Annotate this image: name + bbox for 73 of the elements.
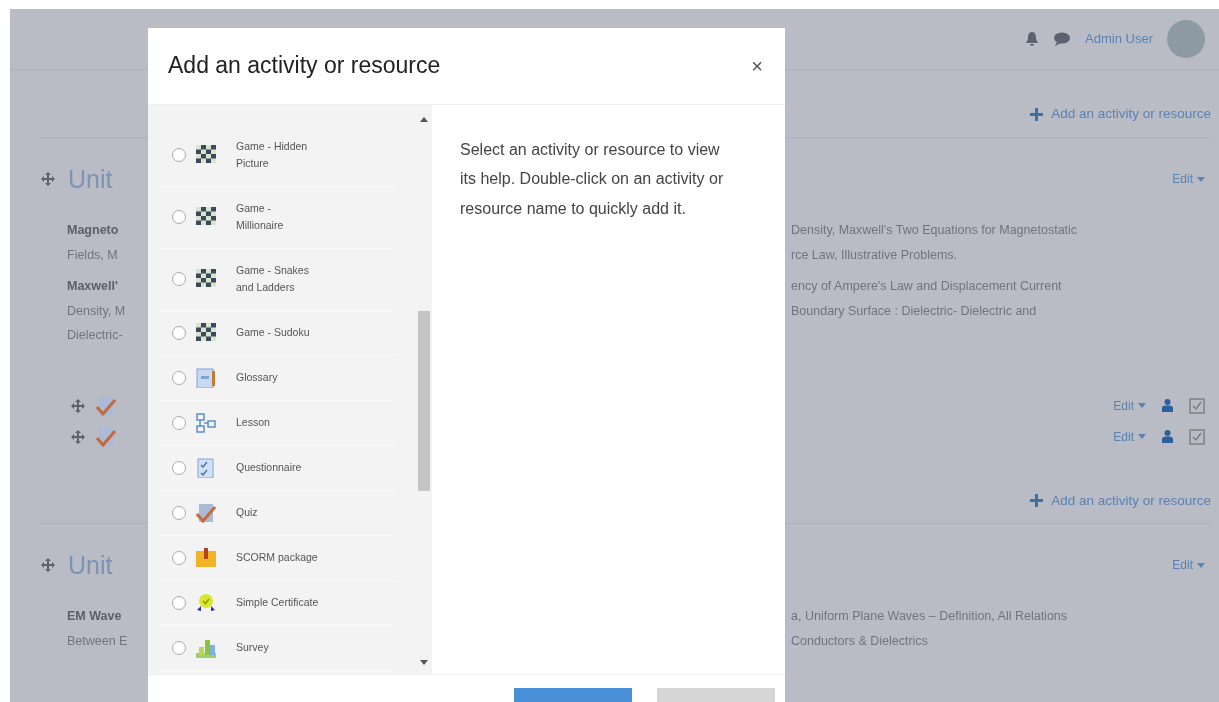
radio-button[interactable] [172,325,186,340]
paragraph-line: Conductors & Dielectrics [791,632,929,650]
questionnaire-icon [196,457,216,478]
glossary-icon [196,367,216,388]
activity-option[interactable]: Lesson [160,400,396,446]
avatar[interactable] [1167,20,1205,58]
activity-option[interactable]: Simple Certificate [160,580,396,626]
paragraph-line: a, Uniform Plane Waves – Definition, All Relations [791,608,1069,625]
activity-option[interactable]: Survey [160,625,396,671]
radio-button[interactable] [172,370,186,385]
caret-icon[interactable] [1197,176,1205,182]
activity-option[interactable]: Quiz [160,490,396,536]
activity-option[interactable]: Game - Sudoku [160,310,396,356]
game-icon [196,145,216,166]
radio-button[interactable] [172,460,186,475]
radio-button[interactable] [172,640,186,655]
plus-icon [1030,494,1044,508]
game-icon [196,269,216,290]
paragraph-line: rce Law, Illustrative Problems. [791,246,959,264]
survey-icon [196,637,216,658]
checkbox-icon[interactable] [1189,397,1205,414]
game-icon [196,207,216,228]
paragraph-line: Fields, M [67,246,119,264]
paragraph-line: Magneto [67,222,120,240]
radio-button[interactable] [172,550,186,565]
move-icon[interactable] [70,397,86,414]
activity-option[interactable]: Game - Millionaire [160,186,396,249]
paragraph-line: Between E [67,632,129,650]
move-icon[interactable] [70,428,86,445]
paragraph-line: Density, M [67,302,127,320]
paragraph-line: Dielectric- [67,327,124,345]
paragraph-line: EM Wave [67,608,123,625]
certificate-icon [196,592,216,613]
caret-icon[interactable] [1197,562,1205,568]
radio-button[interactable] [172,148,186,163]
radio-button[interactable] [172,505,186,520]
section-title: Unit [68,550,113,580]
chat-icon[interactable] [1053,32,1072,46]
section-title: Unit [68,164,113,195]
activity-option[interactable]: Game - Snakes and Ladders [160,248,396,311]
activity-option[interactable]: Game - Hidden Picture [160,124,396,187]
activity-option[interactable]: Glossary [160,355,396,401]
paragraph-line: Maxwell' [67,278,119,296]
scroll-up-arrow-icon[interactable] [420,116,428,122]
radio-button[interactable] [172,210,186,225]
scroll-down-arrow-icon[interactable] [420,659,428,665]
person-icon[interactable] [1162,399,1173,413]
paragraph-line: ency of Ampere's Law and Displacement Current [791,278,1063,296]
help-text: Select an activity or resource to view its help. Double-click on an activity or resource name to quickly add it. [460,139,725,219]
radio-button[interactable] [172,272,186,287]
caret-icon[interactable] [1138,403,1146,409]
radio-button[interactable] [172,415,186,430]
radio-button[interactable] [172,595,186,610]
move-icon[interactable] [40,171,56,188]
paragraph-line: Boundary Surface : Dielectric- Dielectric and [791,302,1038,320]
quiz-icon [196,502,216,523]
scorm-icon [196,547,216,568]
activity-option[interactable]: Questionnaire [160,445,396,491]
game-icon [196,322,216,343]
caret-icon[interactable] [1138,434,1146,440]
checkbox-icon[interactable] [1189,428,1205,445]
move-icon[interactable] [40,557,56,573]
activity-option[interactable]: SCORM package [160,535,396,581]
close-button[interactable]: × [749,55,765,76]
quiz-icon[interactable] [96,426,116,447]
lesson-icon [196,412,216,433]
plus-icon [1030,107,1044,121]
person-icon[interactable] [1162,430,1173,444]
paragraph-line: Density, Maxwell's Two Equations for Magnetostatic [791,222,1079,240]
quiz-icon[interactable] [96,395,116,416]
scrollbar-thumb[interactable] [418,310,430,491]
bell-icon[interactable] [1025,31,1040,47]
modal-title: Add an activity or resource [168,52,441,80]
